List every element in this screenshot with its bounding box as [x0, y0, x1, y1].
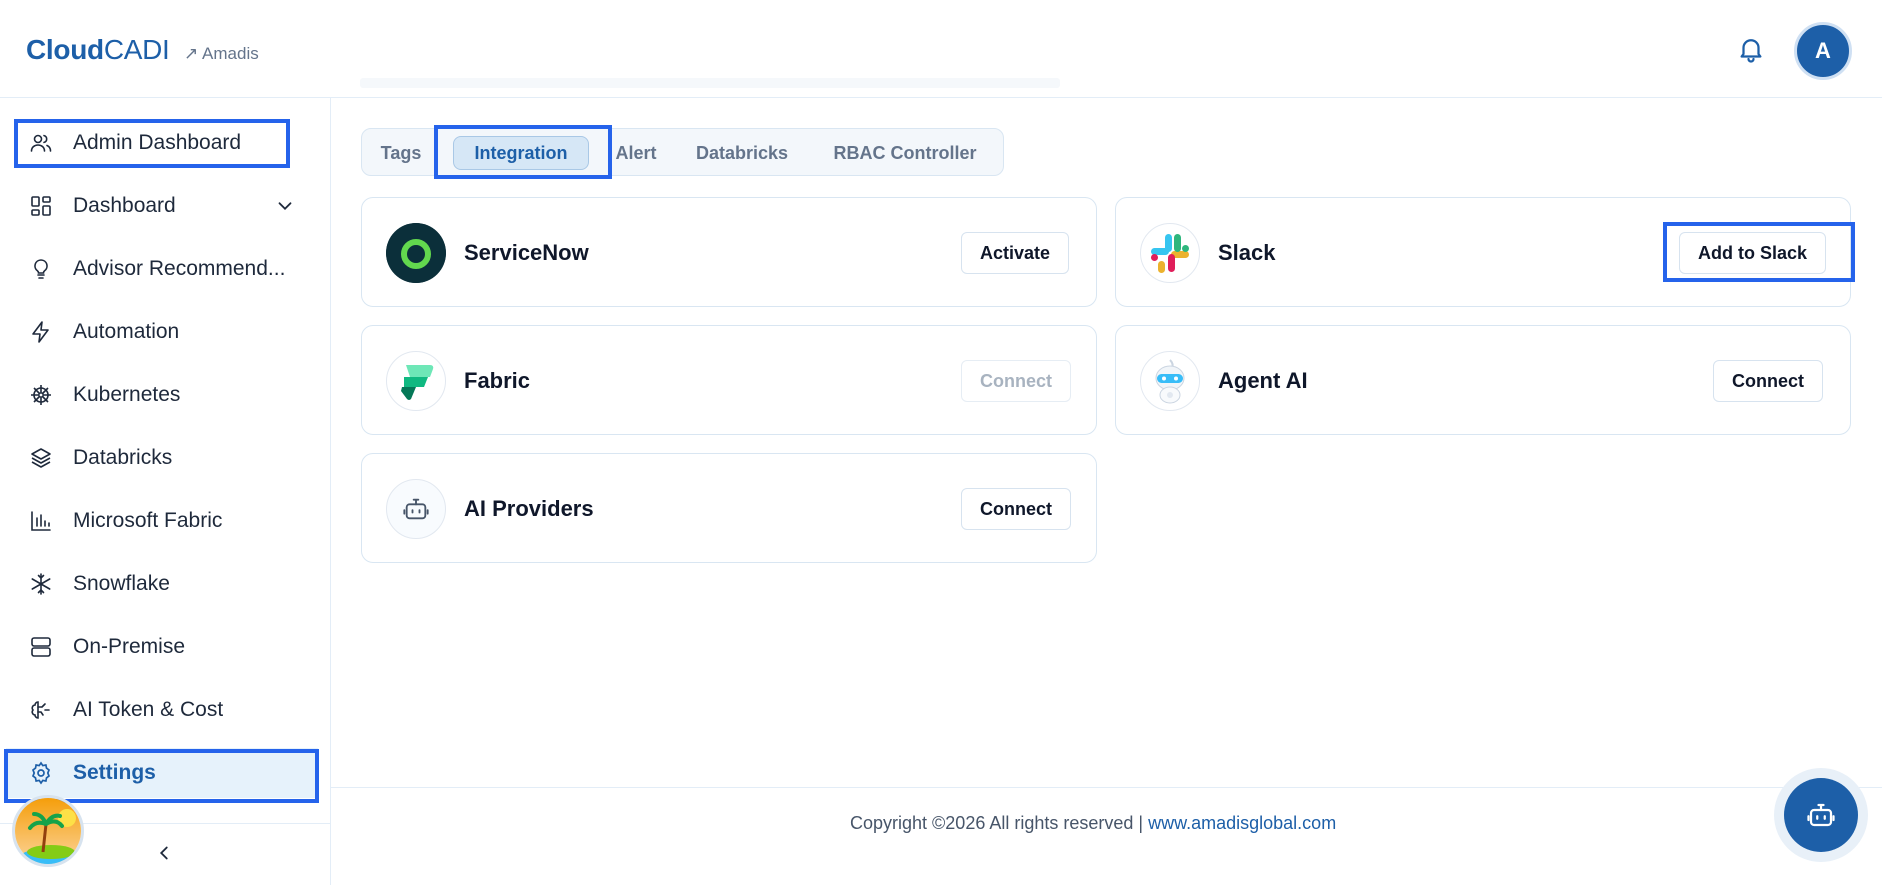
- tab-alert[interactable]: Alert: [608, 136, 664, 170]
- integration-name: Slack: [1218, 240, 1276, 265]
- sidebar-item-label: Settings: [73, 761, 156, 784]
- app-logo[interactable]: CloudCADI: [26, 34, 170, 66]
- sidebar-item-advisor[interactable]: Advisor Recommend...: [12, 244, 320, 294]
- integration-card-servicenow: ServiceNow Activate: [361, 197, 1097, 307]
- gear-icon: [28, 760, 54, 786]
- integration-name: ServiceNow: [464, 240, 589, 265]
- sidebar-item-label: Dashboard: [73, 194, 176, 217]
- lightning-icon: [28, 319, 54, 345]
- top-bar: CloudCADI ↗ Amadis A: [0, 0, 1882, 98]
- sidebar-item-label: AI Token & Cost: [73, 698, 224, 721]
- page-subtitle-placeholder: [360, 78, 1060, 88]
- tab-tags[interactable]: Tags: [374, 136, 428, 170]
- agent-ai-logo-icon: [1140, 351, 1200, 411]
- servicenow-logo-icon: [386, 223, 446, 283]
- chatbot-button[interactable]: [1774, 768, 1868, 862]
- island-widget[interactable]: [12, 795, 84, 867]
- integration-name: Agent AI: [1218, 368, 1308, 393]
- ai-providers-connect-button[interactable]: Connect: [961, 488, 1071, 530]
- fabric-connect-button[interactable]: Connect: [961, 360, 1071, 402]
- brain-icon: [28, 697, 54, 723]
- sidebar-item-label: Microsoft Fabric: [73, 509, 223, 532]
- tab-databricks[interactable]: Databricks: [687, 136, 797, 170]
- tab-integration[interactable]: Integration: [453, 136, 589, 170]
- collapse-sidebar-icon[interactable]: [150, 839, 178, 867]
- sidebar-item-ai-token-cost[interactable]: AI Token & Cost: [12, 685, 320, 735]
- logo-light: CADI: [103, 34, 170, 65]
- user-avatar[interactable]: A: [1794, 22, 1852, 80]
- footer-divider: [331, 787, 1882, 788]
- helm-icon: [28, 382, 54, 408]
- settings-tabs: Tags Integration Alert Databricks RBAC C…: [361, 128, 1004, 176]
- server-icon: [28, 634, 54, 660]
- sidebar-item-microsoft-fabric[interactable]: Microsoft Fabric: [12, 496, 320, 546]
- fabric-logo-icon: [386, 351, 446, 411]
- sidebar: Admin Dashboard Dashboard Advisor Recomm…: [0, 98, 331, 885]
- integration-card-slack: Slack Add to Slack: [1115, 197, 1851, 307]
- chevron-down-icon[interactable]: [274, 195, 296, 217]
- sidebar-item-label: Admin Dashboard: [73, 131, 242, 154]
- sidebar-item-snowflake[interactable]: Snowflake: [12, 559, 320, 609]
- integration-name: AI Providers: [464, 496, 594, 521]
- integration-name: Fabric: [464, 368, 531, 393]
- activate-button[interactable]: Activate: [961, 232, 1070, 274]
- notification-bell-icon[interactable]: [1734, 32, 1768, 66]
- integration-card-fabric: Fabric Connect: [361, 325, 1097, 435]
- sidebar-item-label: Kubernetes: [73, 383, 181, 406]
- dashboard-grid-icon: [28, 193, 54, 219]
- layers-icon: [28, 445, 54, 471]
- integration-card-ai-providers: AI Providers Connect: [361, 453, 1097, 563]
- sidebar-item-kubernetes[interactable]: Kubernetes: [12, 370, 320, 420]
- logo-bold: Cloud: [26, 34, 104, 65]
- sidebar-item-label: Snowflake: [73, 572, 170, 595]
- logo-subtitle: ↗ Amadis: [184, 44, 259, 63]
- footer: Copyright ©2026 All rights reserved | ww…: [850, 813, 1336, 834]
- snowflake-icon: [28, 571, 54, 597]
- slack-logo-icon: [1140, 223, 1200, 283]
- sidebar-item-label: Advisor Recommend...: [73, 257, 286, 280]
- tab-rbac-controller[interactable]: RBAC Controller: [825, 136, 985, 170]
- sidebar-item-databricks[interactable]: Databricks: [12, 433, 320, 483]
- sidebar-item-admin-dashboard[interactable]: Admin Dashboard: [12, 118, 320, 168]
- integration-card-agent-ai: Agent AI Connect: [1115, 325, 1851, 435]
- sidebar-item-label: On-Premise: [73, 635, 186, 658]
- users-icon: [28, 130, 54, 156]
- bar-chart-icon: [28, 508, 54, 534]
- sidebar-item-on-premise[interactable]: On-Premise: [12, 622, 320, 672]
- footer-website-link[interactable]: www.amadisglobal.com: [1148, 813, 1336, 833]
- copyright-text: Copyright ©2026 All rights reserved |: [850, 813, 1144, 833]
- lightbulb-icon: [28, 256, 54, 282]
- chatbot-robot-icon: [1784, 778, 1858, 852]
- robot-icon: [386, 479, 446, 539]
- sidebar-item-dashboard[interactable]: Dashboard: [12, 181, 320, 231]
- sidebar-item-automation[interactable]: Automation: [12, 307, 320, 357]
- agent-ai-connect-button[interactable]: Connect: [1713, 360, 1823, 402]
- sidebar-item-settings[interactable]: Settings: [6, 748, 318, 798]
- add-to-slack-button[interactable]: Add to Slack: [1679, 232, 1827, 274]
- sidebar-item-label: Databricks: [73, 446, 173, 469]
- sidebar-item-label: Automation: [73, 320, 180, 343]
